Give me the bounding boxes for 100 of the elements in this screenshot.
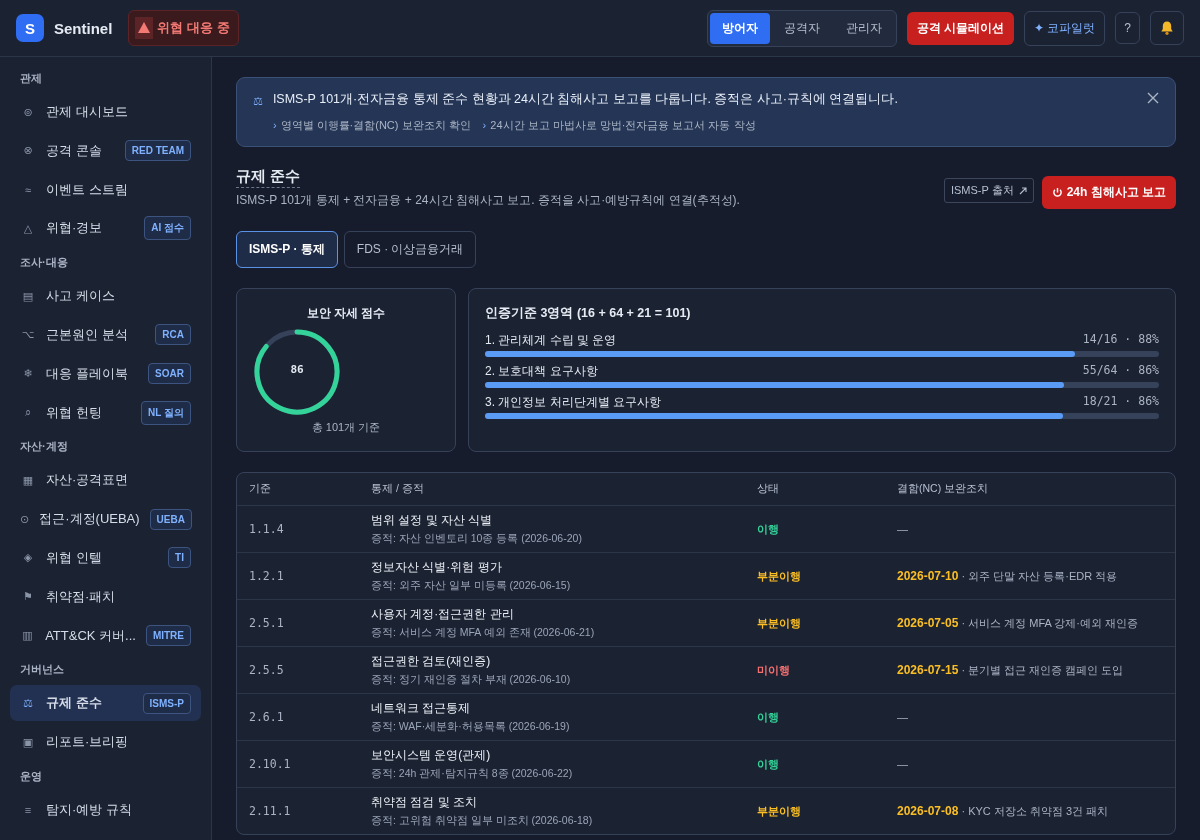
sidebar-label: 취약점·패치 [46, 587, 117, 606]
notification-button[interactable] [1150, 11, 1184, 45]
sidebar-item[interactable]: ⚖ 규제 준수 ISMS-P [10, 685, 201, 722]
sidebar-item[interactable]: ⌕ 위협 헌팅 NL 질의 [10, 394, 201, 431]
control-name: 네트워크 접근통제 [371, 700, 472, 717]
sidebar-section-title: 관제 [19, 71, 43, 86]
nav-icon: ⊙ [20, 512, 30, 526]
control-name: 사용자 계정·접근권한 관리 [371, 606, 515, 623]
control-name: 취약점 점검 및 조치 [371, 794, 478, 811]
control-code: 2.10.1 [249, 757, 292, 771]
status-label: 미이행 [757, 662, 791, 678]
banner-text: ISMS-P 101개·전자금융 통제 준수 현황과 24시간 침해사고 보고를 다룹니다. 증적은 사고·규칙에 연결됩니다. [272, 91, 898, 108]
evidence-text: 증적: 서비스 계정 MFA 예외 존재 (2026-06-21) [371, 626, 596, 640]
view-tab[interactable]: FDS · 이상금융거래 [343, 231, 477, 268]
banner-link[interactable]: › 24시간 보고 마법사로 망법·전자금융 보고서 자동 작성 [482, 118, 756, 133]
sidebar-tag: SOAR [148, 363, 191, 385]
column-header: 결함(NC) 보완조치 [897, 482, 990, 496]
banner-link[interactable]: › 영역별 이행률·결함(NC) 보완조치 확인 [272, 118, 471, 133]
sidebar-label: 탐지·예방 규칙 [46, 800, 133, 819]
sidebar-label: 자산·공격표면 [46, 471, 130, 490]
score-value: 86 [289, 363, 305, 376]
sidebar-item[interactable]: ▥ ATT&CK 커버... MITRE [10, 617, 201, 654]
control-code: 2.11.1 [249, 804, 292, 818]
domain-label: 2. 보호대책 요구사항 [485, 363, 598, 380]
sidebar-item[interactable]: ⊙ 접근·계정(UEBA) UEBA [10, 501, 201, 538]
sidebar-item[interactable]: ⌥ 근본원인 분석 RCA [10, 317, 201, 353]
remediation-text: — [897, 758, 909, 770]
sidebar-item[interactable]: ◈ 위협 인텔 TI [10, 539, 201, 576]
column-header: 통제 / 증적 [371, 482, 425, 496]
nav-icon: △ [20, 221, 36, 235]
sidebar-tag: MITRE [145, 625, 191, 647]
copilot-button[interactable]: ✦ 코파일럿 [1023, 10, 1106, 46]
sidebar-item[interactable]: △ 위협·경보 AI 점수 [10, 210, 201, 247]
sidebar-label: 근본원인 분석 [46, 326, 129, 344]
remediation-text: 2026-07-15 · 분기별 접근 재인증 캠페인 도입 [897, 662, 1125, 678]
sidebar-section-title: 운영 [19, 768, 43, 784]
domain-reading: 18/21 · 86% [1082, 394, 1159, 410]
nav-icon: ⚖ [20, 696, 36, 710]
evidence-text: 증적: 외주 자산 일부 미등록 (2026-06-15) [371, 579, 572, 593]
control-code: 2.5.1 [249, 616, 285, 630]
sidebar-item[interactable]: ⊗ 공격 콘솔 RED TEAM [10, 132, 201, 169]
threat-status-badge: 위협 대응 중 [128, 10, 239, 46]
control-name: 정보자산 식별·위험 평가 [371, 559, 503, 576]
sidebar-tag: TI [168, 547, 191, 569]
nav-icon: ▤ [20, 289, 36, 303]
nav-icon: ❄ [20, 367, 36, 381]
sidebar-item[interactable]: ⊚ 관제 대시보드 [10, 94, 201, 130]
domain-label: 3. 개인정보 처리단계별 요구사항 [485, 394, 661, 411]
control-name: 보안시스템 운영(관제) [371, 747, 492, 764]
role-tab[interactable]: 방어자 [709, 12, 770, 44]
card-title: 인증기준 3영역 (16 + 64 + 21 = 101) [485, 305, 692, 322]
sidebar-label: 리포트·브리핑 [46, 733, 130, 752]
nav-icon: ≈ [20, 183, 36, 196]
evidence-text: 증적: 자산 인벤토리 10종 등록 (2026-06-20) [371, 532, 583, 546]
sidebar-label: 사고 케이스 [46, 287, 116, 306]
sidebar-item[interactable]: ⚑ 취약점·패치 [10, 578, 201, 615]
status-label: 이행 [757, 521, 780, 537]
view-tab[interactable]: ISMS-P · 통제 [236, 231, 338, 268]
remediation-text: — [897, 711, 909, 723]
status-label: 부분이행 [757, 568, 802, 584]
control-code: 2.6.1 [249, 710, 285, 724]
nav-icon: ▥ [20, 629, 36, 643]
nav-icon: ▦ [20, 473, 36, 487]
page-subtitle: ISMS-P 101개 통제 + 전자금융 + 24시간 침해사고 보고. 증적을 사고·예방규칙에 연결(추적성). [236, 192, 741, 209]
sidebar-section-title: 조사·대응 [19, 255, 69, 271]
sidebar-label: 공격 콘솔 [46, 141, 103, 160]
role-tab[interactable]: 공격자 [771, 12, 832, 44]
sidebar-tag: AI 점수 [144, 216, 191, 241]
page-title: 규제 준수 [236, 167, 301, 188]
column-header: 기준 [249, 482, 272, 496]
sidebar-tag: ISMS-P [142, 692, 191, 714]
scale-icon: ⚖ [253, 95, 263, 133]
sidebar-item[interactable]: ❄ 대응 플레이북 SOAR [10, 355, 201, 392]
sidebar-tag: RED TEAM [124, 140, 191, 162]
close-icon[interactable] [1147, 92, 1159, 104]
card-title: 보안 자세 점수 [306, 305, 386, 322]
nav-icon: ⊚ [20, 105, 36, 119]
sidebar-label: 관제 대시보드 [46, 103, 129, 121]
power-icon [1051, 187, 1063, 198]
bell-icon [1159, 20, 1175, 36]
sidebar-item[interactable]: ▤ 사고 케이스 [10, 278, 201, 315]
nav-icon: ⌕ [20, 406, 36, 420]
sidebar-item[interactable]: ≈ 이벤트 스트림 [10, 171, 201, 208]
sidebar-item[interactable]: ▦ 자산·공격표면 [10, 462, 201, 499]
sidebar-item[interactable]: ≡ 탐지·예방 규칙 [10, 791, 201, 828]
evidence-text: 증적: 24h 관제·탐지규칙 8종 (2026-06-22) [371, 767, 574, 781]
sidebar-item[interactable]: ▣ 리포트·브리핑 [10, 724, 201, 761]
domain-reading: 55/64 · 86% [1082, 363, 1159, 379]
control-name: 접근권한 검토(재인증) [371, 653, 492, 670]
help-button[interactable]: ? [1115, 12, 1140, 44]
status-label: 부분이행 [757, 803, 802, 819]
sidebar-label: 규제 준수 [46, 694, 103, 713]
incident-report-button[interactable]: 24h 침해사고 보고 [1041, 176, 1176, 209]
control-code: 1.1.4 [249, 522, 285, 536]
domain-reading: 14/16 · 88% [1082, 332, 1159, 348]
role-tab[interactable]: 관리자 [833, 12, 894, 44]
source-link-button[interactable]: ISMS-P 출처 [943, 178, 1034, 203]
attack-simulation-button[interactable]: 공격 시뮬레이션 [906, 11, 1014, 45]
evidence-text: 증적: 고위험 취약점 일부 미조치 (2026-06-18) [371, 814, 594, 828]
status-label: 이행 [757, 756, 780, 772]
